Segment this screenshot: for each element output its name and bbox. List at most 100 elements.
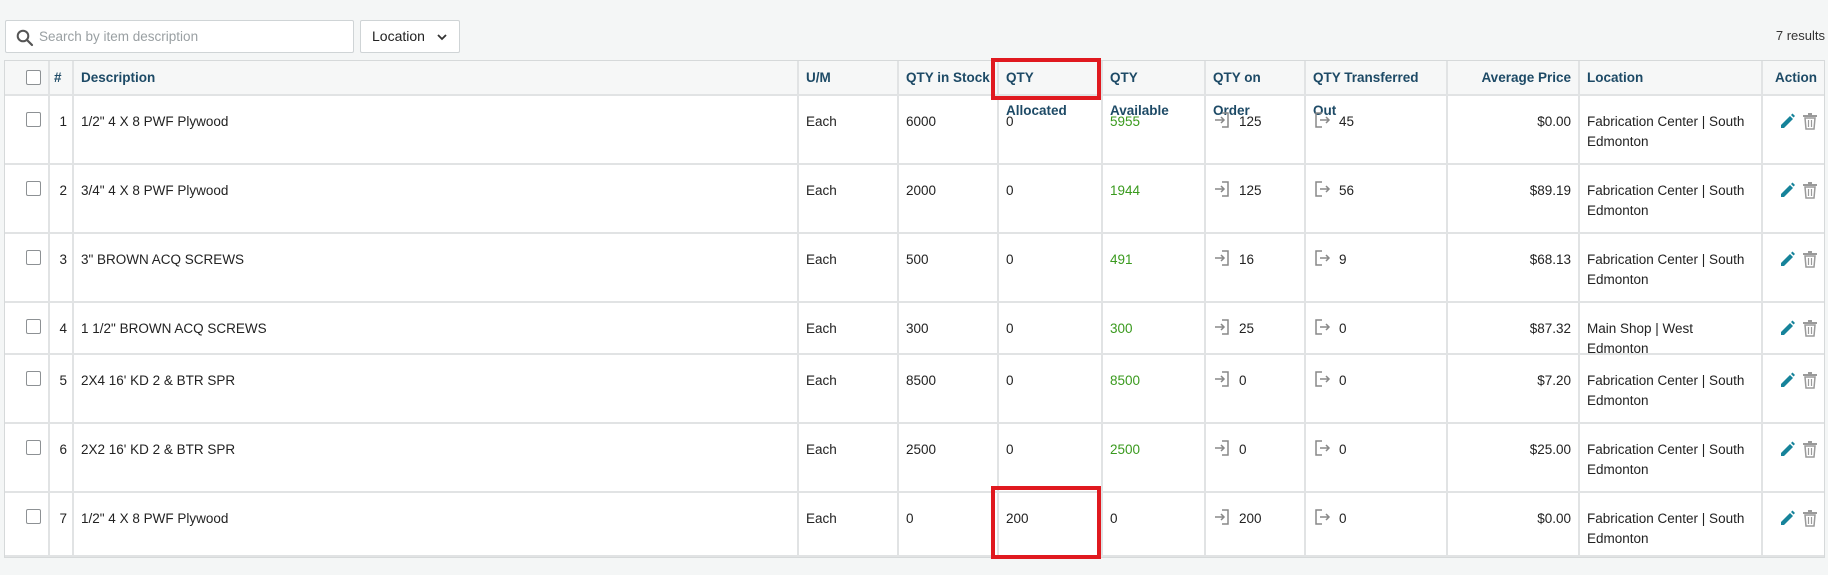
- header-location[interactable]: Location: [1580, 61, 1763, 94]
- header-description[interactable]: Description: [74, 61, 799, 94]
- item-description[interactable]: 2X4 16' KD 2 & BTR SPR: [74, 355, 799, 422]
- table-row[interactable]: 1 1/2" 4 X 8 PWF Plywood Each 6000 0 595…: [5, 96, 1824, 165]
- item-qty-allocated: 0: [999, 303, 1103, 353]
- item-qty-on-order-cell: 200: [1206, 493, 1306, 555]
- trash-icon[interactable]: [1802, 112, 1818, 130]
- item-qty-on-order-cell: 0: [1206, 424, 1306, 491]
- header-um[interactable]: U/M: [799, 61, 899, 94]
- row-select-cell: [5, 493, 50, 555]
- item-um: Each: [799, 355, 899, 422]
- select-all-checkbox[interactable]: [26, 70, 41, 85]
- item-location-line2: Edmonton: [1587, 134, 1649, 149]
- location-dropdown-label: Location: [372, 28, 425, 44]
- item-qty-transferred-out-cell: 0: [1306, 303, 1448, 353]
- row-checkbox[interactable]: [26, 181, 41, 196]
- item-location: Fabrication Center | South Edmonton: [1580, 96, 1763, 163]
- arrow-out-of-box-icon: [1315, 181, 1331, 198]
- item-description[interactable]: 1/2" 4 X 8 PWF Plywood: [74, 493, 799, 555]
- trash-icon[interactable]: [1802, 371, 1818, 389]
- pencil-icon[interactable]: [1779, 181, 1795, 199]
- item-description[interactable]: 1/2" 4 X 8 PWF Plywood: [74, 96, 799, 163]
- item-qty-allocated: 0: [999, 355, 1103, 422]
- item-qty-available: 300: [1103, 303, 1206, 353]
- row-select-cell: [5, 303, 50, 353]
- item-average-price: $68.13: [1448, 234, 1580, 301]
- pencil-icon[interactable]: [1779, 371, 1795, 389]
- header-average-price[interactable]: Average Price: [1448, 61, 1580, 94]
- item-qty-transferred-out-cell: 0: [1306, 355, 1448, 422]
- item-qty-on-order-cell: 125: [1206, 165, 1306, 232]
- item-qty-transferred-out: 56: [1339, 183, 1355, 198]
- pencil-icon[interactable]: [1779, 112, 1795, 130]
- item-description[interactable]: 3/4" 4 X 8 PWF Plywood: [74, 165, 799, 232]
- item-qty-available: 491: [1103, 234, 1206, 301]
- item-location: Fabrication Center | South Edmonton: [1580, 424, 1763, 491]
- pencil-icon[interactable]: [1779, 509, 1795, 527]
- item-location-line1: Fabrication Center | South: [1587, 373, 1745, 388]
- item-location-line2: Edmonton: [1587, 531, 1649, 546]
- pencil-icon[interactable]: [1779, 440, 1795, 458]
- item-qty-on-order-cell: 16: [1206, 234, 1306, 301]
- row-number: 1: [50, 96, 74, 163]
- table-row[interactable]: 7 1/2" 4 X 8 PWF Plywood Each 0 200 0 20…: [5, 493, 1824, 557]
- item-average-price: $7.20: [1448, 355, 1580, 422]
- table-row[interactable]: 3 3" BROWN ACQ SCREWS Each 500 0 491 16 …: [5, 234, 1824, 303]
- row-checkbox[interactable]: [26, 509, 41, 524]
- row-checkbox[interactable]: [26, 371, 41, 386]
- item-description[interactable]: 2X2 16' KD 2 & BTR SPR: [74, 424, 799, 491]
- item-qty-available: 8500: [1103, 355, 1206, 422]
- row-checkbox[interactable]: [26, 250, 41, 265]
- search-input[interactable]: [39, 22, 349, 51]
- table-row[interactable]: 6 2X2 16' KD 2 & BTR SPR Each 2500 0 250…: [5, 424, 1824, 493]
- row-checkbox[interactable]: [26, 319, 41, 334]
- item-qty-in-stock: 0: [899, 493, 999, 555]
- header-qty-in-stock[interactable]: QTY in Stock: [899, 61, 999, 94]
- item-qty-available: 5955: [1103, 96, 1206, 163]
- header-action: Action: [1775, 70, 1817, 85]
- row-number: 4: [50, 303, 74, 353]
- row-checkbox[interactable]: [26, 112, 41, 127]
- arrow-into-box-icon: [1215, 181, 1229, 198]
- item-qty-on-order: 0: [1239, 373, 1247, 388]
- item-qty-in-stock: 300: [899, 303, 999, 353]
- arrow-out-of-box-icon: [1315, 319, 1331, 336]
- trash-icon[interactable]: [1802, 509, 1818, 527]
- trash-icon[interactable]: [1802, 440, 1818, 458]
- header-qty-available[interactable]: QTY Available: [1103, 61, 1206, 118]
- location-dropdown[interactable]: Location: [360, 20, 460, 53]
- item-qty-on-order-cell: 0: [1206, 355, 1306, 422]
- item-location-line1: Fabrication Center | South: [1587, 511, 1745, 526]
- arrow-into-box-icon: [1215, 440, 1229, 457]
- pencil-icon[interactable]: [1779, 319, 1795, 337]
- header-qty-on-order[interactable]: QTY on Order: [1206, 61, 1306, 118]
- pencil-icon[interactable]: [1779, 250, 1795, 268]
- item-qty-in-stock: 2000: [899, 165, 999, 232]
- row-select-cell: [5, 424, 50, 491]
- trash-icon[interactable]: [1802, 181, 1818, 199]
- item-qty-on-order: 16: [1239, 252, 1255, 267]
- item-qty-transferred-out-cell: 0: [1306, 424, 1448, 491]
- search-icon: [16, 29, 34, 47]
- table-row[interactable]: 5 2X4 16' KD 2 & BTR SPR Each 8500 0 850…: [5, 355, 1824, 424]
- trash-icon[interactable]: [1802, 250, 1818, 268]
- header-num[interactable]: #: [50, 61, 74, 94]
- row-number: 3: [50, 234, 74, 301]
- item-location-line2: Edmonton: [1587, 462, 1649, 477]
- search-box[interactable]: [5, 20, 354, 53]
- table-row[interactable]: 2 3/4" 4 X 8 PWF Plywood Each 2000 0 194…: [5, 165, 1824, 234]
- arrow-into-box-icon: [1215, 112, 1229, 129]
- arrow-into-box-icon: [1215, 509, 1229, 526]
- table-row[interactable]: 4 1 1/2" BROWN ACQ SCREWS Each 300 0 300…: [5, 303, 1824, 356]
- arrow-out-of-box-icon: [1315, 371, 1331, 388]
- row-checkbox[interactable]: [26, 440, 41, 455]
- header-qty-transferred-out[interactable]: QTY Transferred Out: [1306, 61, 1448, 118]
- item-qty-on-order: 125: [1239, 183, 1262, 198]
- item-qty-available: 2500: [1103, 424, 1206, 491]
- item-um: Each: [799, 165, 899, 232]
- item-average-price: $89.19: [1448, 165, 1580, 232]
- header-qty-allocated[interactable]: QTY Allocated: [999, 61, 1103, 118]
- item-description[interactable]: 1 1/2" BROWN ACQ SCREWS: [74, 303, 799, 353]
- item-description[interactable]: 3" BROWN ACQ SCREWS: [74, 234, 799, 301]
- row-number: 7: [50, 493, 74, 555]
- trash-icon[interactable]: [1802, 319, 1818, 337]
